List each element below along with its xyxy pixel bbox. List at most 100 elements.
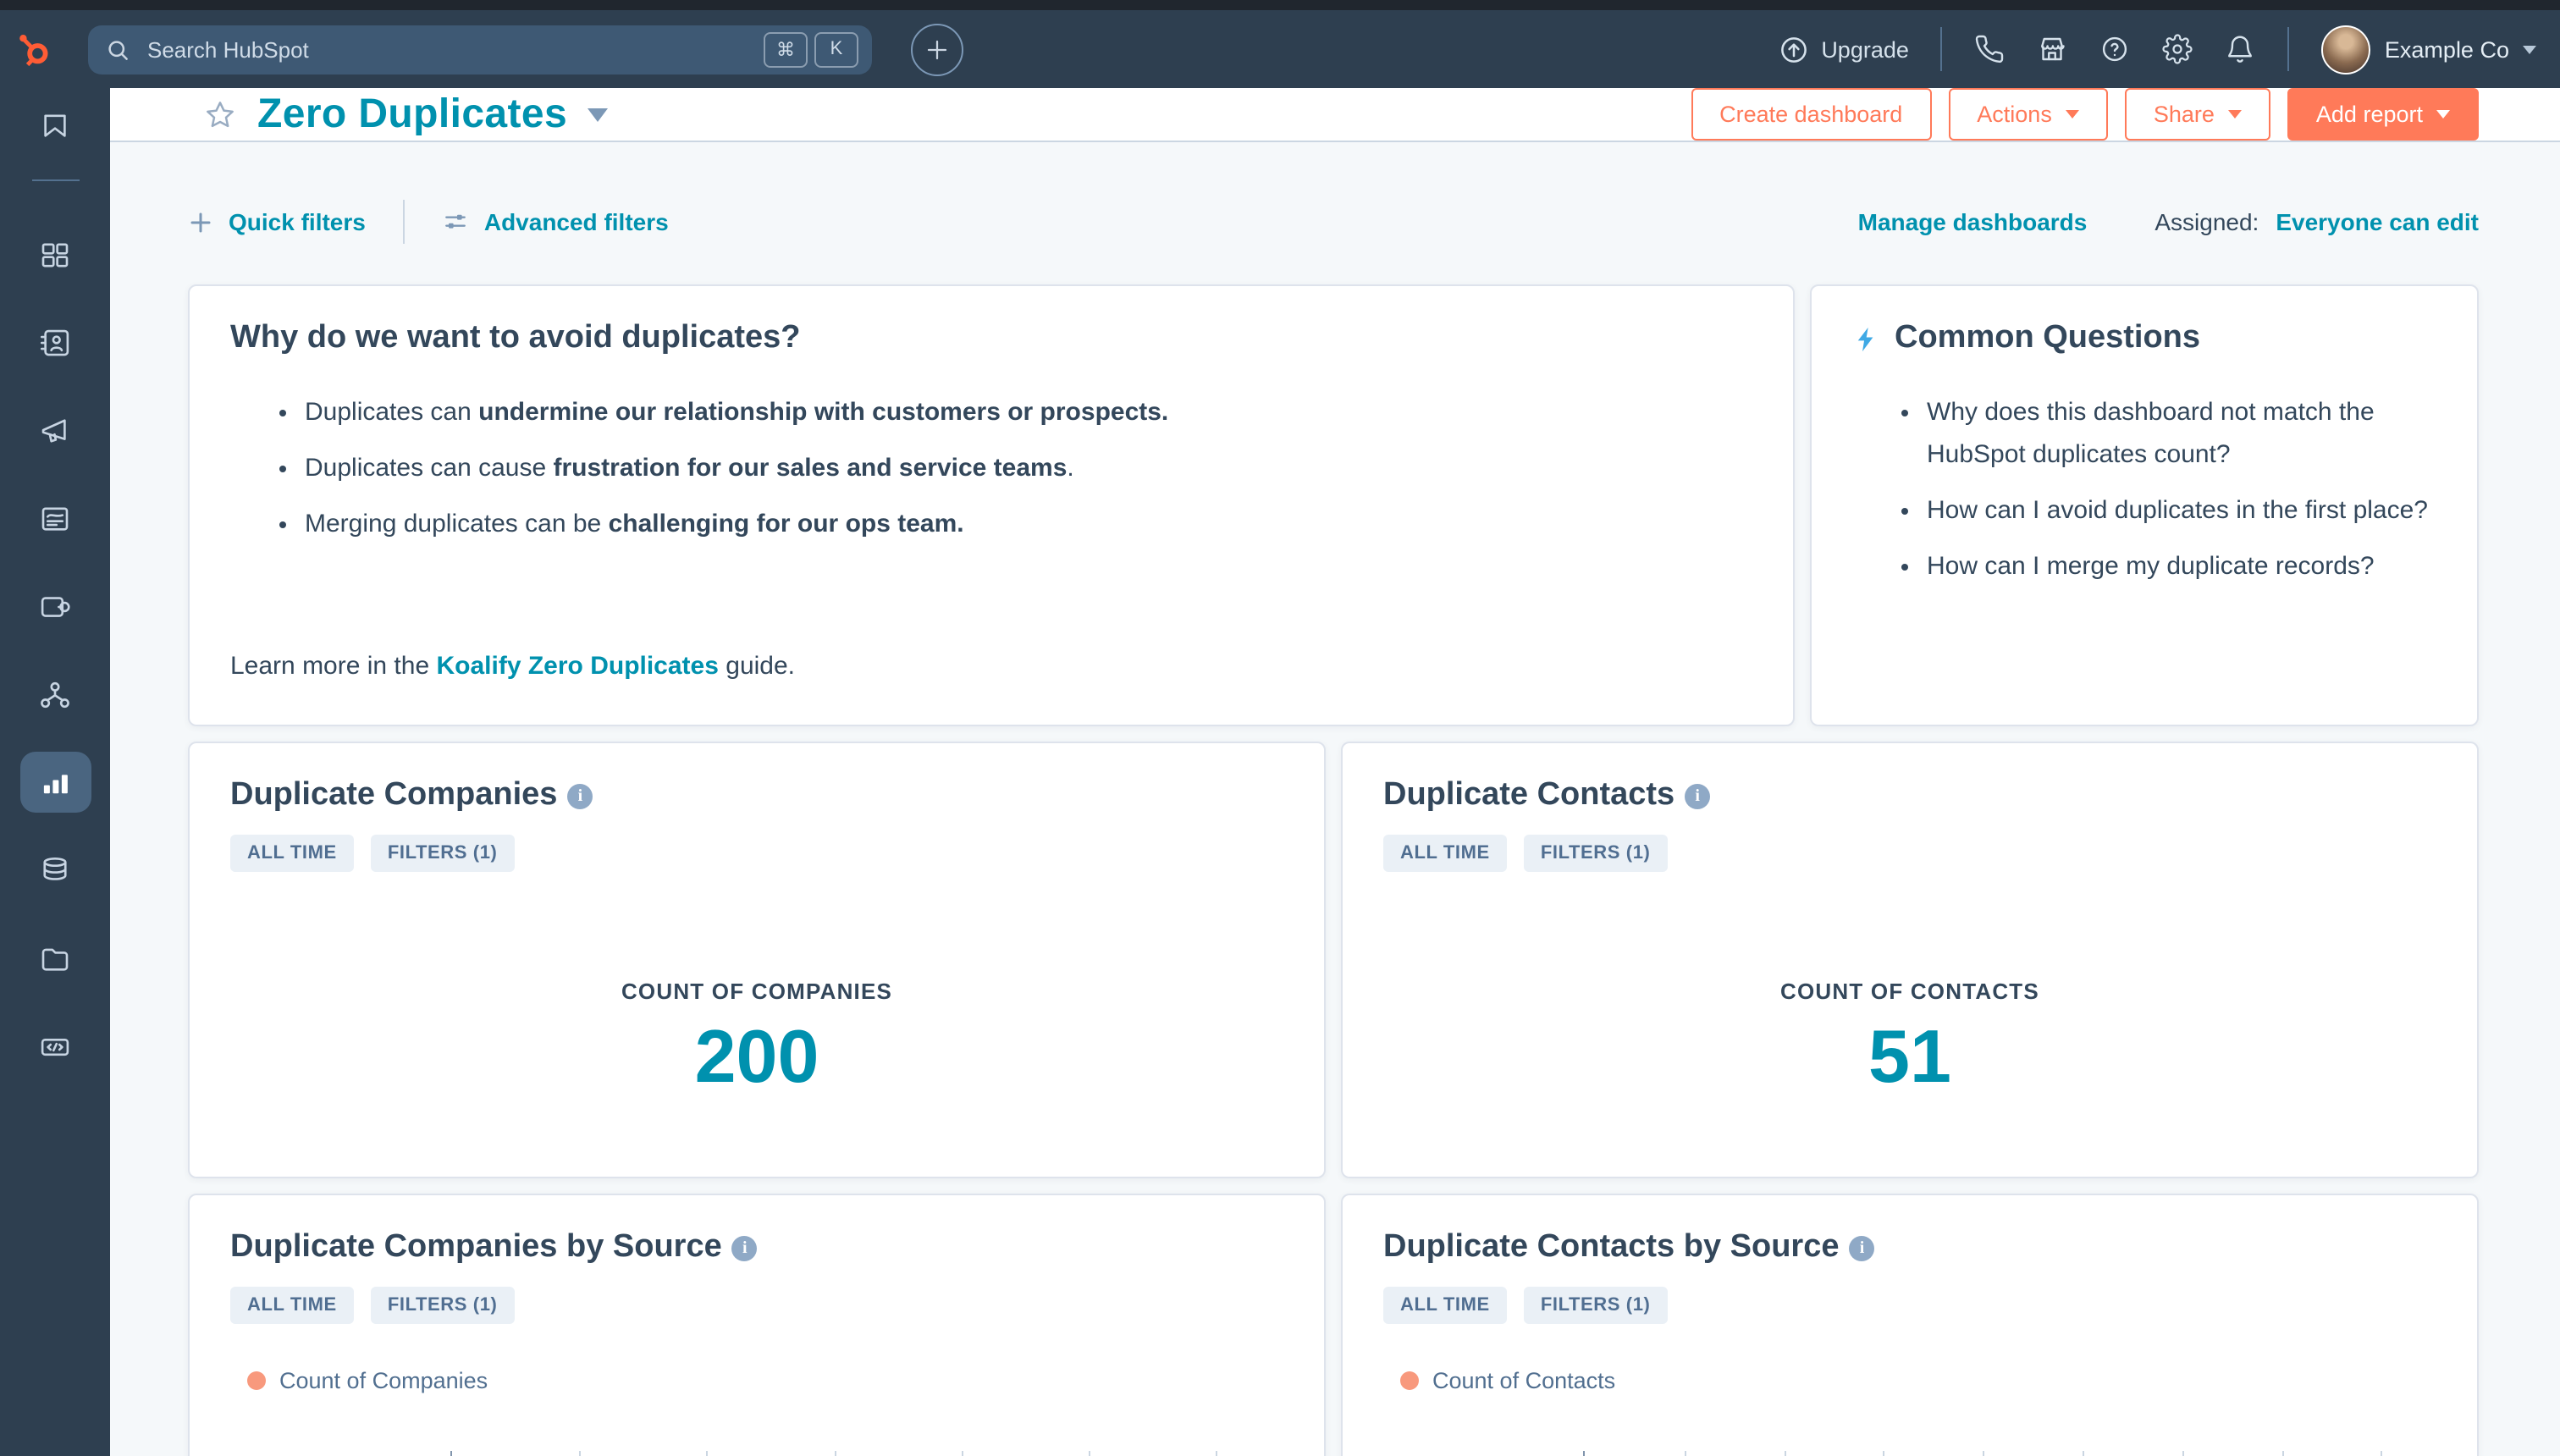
- upgrade-icon: [1777, 33, 1809, 65]
- content-page-icon: [37, 500, 73, 536]
- metric-value: 51: [1868, 1015, 1951, 1099]
- card-title: Common Questions: [1895, 320, 2201, 356]
- filter-divider: [402, 200, 405, 244]
- legend-dot-icon: [247, 1371, 266, 1390]
- plus-icon: [190, 212, 211, 232]
- page-title: Zero Duplicates: [257, 91, 568, 136]
- learn-more-text: Learn more in the Koalify Zero Duplicate…: [230, 652, 796, 681]
- store-icon: [2038, 34, 2068, 64]
- card-title: Duplicate Companies by Source: [230, 1229, 722, 1265]
- chart-plot-area: 100267: [450, 1451, 1283, 1456]
- bullet-item: Merging duplicates can be challenging fo…: [305, 503, 1752, 545]
- filter-bar: Quick filters Advanced filters Manage da…: [188, 200, 2479, 244]
- filters-badge[interactable]: FILTERS (1): [1523, 835, 1668, 872]
- filters-badge[interactable]: FILTERS (1): [370, 835, 515, 872]
- workflow-icon: [37, 676, 73, 712]
- card-title: Duplicate Companies: [230, 777, 558, 813]
- folder-icon: [37, 940, 73, 976]
- legend-item[interactable]: Count of Companies: [230, 1368, 1283, 1393]
- megaphone-icon: [37, 412, 73, 448]
- global-search[interactable]: ⌘ K: [88, 25, 872, 74]
- contacts-book-icon: [37, 324, 73, 360]
- dashboard-selector[interactable]: Zero Duplicates: [257, 91, 609, 138]
- manage-dashboards-link[interactable]: Manage dashboards: [1858, 208, 2088, 235]
- card-title: Why do we want to avoid duplicates?: [230, 320, 801, 356]
- sidebar-item-automations[interactable]: [18, 657, 92, 731]
- sidebar-item-developer[interactable]: [18, 1009, 92, 1084]
- all-time-badge[interactable]: ALL TIME: [1383, 835, 1507, 872]
- legend-item[interactable]: Count of Contacts: [1383, 1368, 2436, 1393]
- quick-filters-button[interactable]: Quick filters: [188, 208, 366, 235]
- sidebar-item-files[interactable]: [18, 921, 92, 995]
- all-time-badge[interactable]: ALL TIME: [230, 1287, 354, 1324]
- koalify-guide-link[interactable]: Koalify Zero Duplicates: [437, 652, 719, 681]
- favorite-star-button[interactable]: [203, 97, 237, 131]
- database-icon: [37, 852, 73, 888]
- info-icon[interactable]: [1685, 783, 1711, 808]
- gear-icon: [2163, 34, 2193, 64]
- metric-label: COUNT OF COMPANIES: [621, 978, 893, 1004]
- category-label: (No value): [230, 1451, 450, 1456]
- info-icon[interactable]: [567, 783, 593, 808]
- create-new-button[interactable]: [911, 23, 963, 75]
- help-button[interactable]: [2100, 34, 2131, 64]
- cmd-keycap: ⌘: [764, 31, 808, 67]
- marketplace-button[interactable]: [2038, 34, 2068, 64]
- hubspot-logo-icon[interactable]: [0, 29, 68, 69]
- sidebar-item-marketing[interactable]: [18, 393, 92, 467]
- actions-button[interactable]: Actions: [1948, 88, 2108, 141]
- window-top-strip: [0, 0, 2560, 10]
- upgrade-label: Upgrade: [1821, 36, 1909, 62]
- category-label: Organic Search: [1383, 1451, 1583, 1456]
- sidebar-item-dashboards[interactable]: [18, 217, 92, 291]
- notifications-button[interactable]: [2226, 34, 2256, 64]
- chevron-down-icon: [2227, 110, 2242, 119]
- info-icon[interactable]: [1849, 1235, 1875, 1260]
- settings-button[interactable]: [2163, 34, 2193, 64]
- assigned-value-link[interactable]: Everyone can edit: [2276, 208, 2479, 235]
- calling-button[interactable]: [1975, 34, 2006, 64]
- navbar-divider: [2287, 27, 2290, 71]
- top-navbar: ⌘ K Upgrade: [0, 10, 2560, 88]
- sidebar-item-reporting[interactable]: [19, 752, 91, 813]
- bullet-item: Duplicates can cause frustration for our…: [305, 447, 1752, 489]
- sidebar-item-content[interactable]: [18, 481, 92, 555]
- chevron-down-icon: [2523, 45, 2536, 53]
- why-bullets: Duplicates can undermine our relationshi…: [230, 391, 1752, 559]
- duplicate-contacts-card: Duplicate Contacts ALL TIME FILTERS (1) …: [1341, 742, 2479, 1178]
- search-icon: [105, 36, 130, 62]
- bullet-item: How can I merge my duplicate records?: [1927, 545, 2436, 587]
- contacts-by-source-chart: Organic SearchEmail Marketing 610 Origin…: [1383, 1451, 2436, 1456]
- k-keycap: K: [814, 31, 858, 67]
- chevron-down-icon: [588, 108, 609, 121]
- sidebar-item-commerce[interactable]: [18, 569, 92, 643]
- chart-axis-labels: (No value)Organic SearchPaid Search: [230, 1451, 450, 1456]
- info-icon[interactable]: [731, 1235, 758, 1260]
- create-dashboard-button[interactable]: Create dashboard: [1691, 88, 1932, 141]
- all-time-badge[interactable]: ALL TIME: [1383, 1287, 1507, 1324]
- advanced-filters-button[interactable]: Advanced filters: [442, 208, 669, 235]
- sliders-icon: [444, 214, 466, 229]
- phone-icon: [1975, 34, 2006, 64]
- left-sidebar: [0, 88, 110, 1456]
- all-time-badge[interactable]: ALL TIME: [230, 835, 354, 872]
- filters-badge[interactable]: FILTERS (1): [370, 1287, 515, 1324]
- filters-badge[interactable]: FILTERS (1): [1523, 1287, 1668, 1324]
- sidebar-item-bookmarks[interactable]: [18, 88, 92, 163]
- bar-chart-icon: [37, 764, 73, 800]
- chevron-down-icon: [2436, 110, 2450, 119]
- sidebar-item-contacts[interactable]: [18, 305, 92, 379]
- add-report-button[interactable]: Add report: [2287, 88, 2479, 141]
- bullet-item: How can I avoid duplicates in the first …: [1927, 489, 2436, 532]
- metric-value: 200: [694, 1015, 819, 1099]
- search-input[interactable]: [144, 35, 764, 63]
- chart-plot-area: 610: [1583, 1451, 2436, 1456]
- hubspot-app: ⌘ K Upgrade: [0, 0, 2560, 1456]
- sidebar-item-data[interactable]: [18, 833, 92, 907]
- upgrade-button[interactable]: Upgrade: [1777, 33, 1909, 65]
- card-title: Duplicate Contacts: [1383, 777, 1675, 813]
- account-name: Example Co: [2384, 36, 2509, 62]
- account-menu[interactable]: Example Co: [2321, 25, 2536, 74]
- duplicate-contacts-by-source-card: Duplicate Contacts by Source ALL TIME FI…: [1341, 1194, 2479, 1456]
- share-button[interactable]: Share: [2124, 88, 2270, 141]
